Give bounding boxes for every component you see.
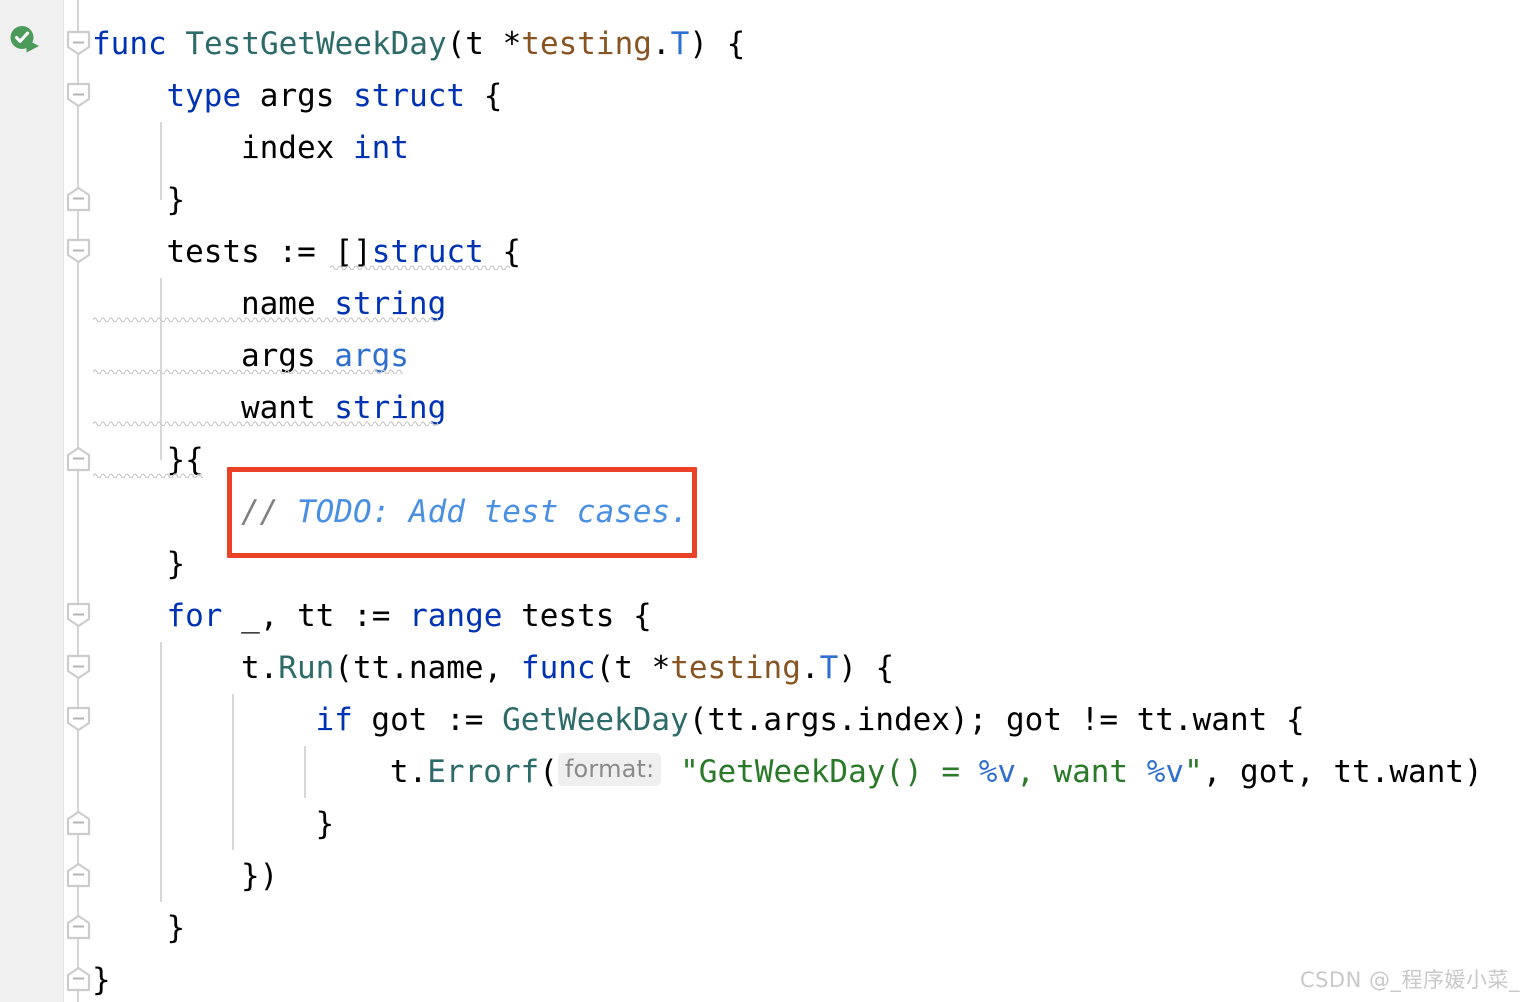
- code-token: .: [800, 650, 820, 686]
- indent-guide-trun-body: [232, 694, 234, 850]
- code-token: T: [670, 26, 690, 62]
- code-token: }: [315, 806, 335, 842]
- code-line-tests-decl[interactable]: tests := []struct {: [166, 226, 521, 278]
- code-token: index: [240, 130, 353, 166]
- code-token: for: [166, 598, 223, 634]
- code-token: //: [240, 494, 297, 530]
- code-line-if-got[interactable]: if got := GetWeekDay(tt.args.index); got…: [315, 694, 1304, 746]
- code-token: int: [352, 130, 409, 166]
- code-token: (t *: [595, 650, 671, 686]
- code-token: testing: [521, 26, 652, 62]
- code-line-index-int[interactable]: index int: [241, 122, 409, 174]
- indent-guide-for-body: [160, 642, 162, 902]
- code-token: , want: [1016, 754, 1147, 790]
- code-line-field-name-string[interactable]: name string: [241, 278, 446, 330]
- code-line-for-range[interactable]: for _, tt := range tests {: [166, 590, 651, 642]
- code-line-close-if[interactable]: }: [315, 798, 334, 850]
- code-token: ": [1184, 754, 1203, 790]
- code-token: struct: [353, 78, 466, 114]
- warning-squiggle-want-string: [93, 420, 438, 426]
- code-token: (tt.name,: [334, 650, 521, 686]
- code-token: func: [92, 26, 167, 62]
- code-token: tests {: [502, 598, 652, 634]
- code-token: (tt.args.index); got != tt.want {: [688, 702, 1305, 738]
- warning-squiggle-args-args: [93, 368, 403, 374]
- code-line-func-decl[interactable]: func TestGetWeekDay(t *testing.T) {: [92, 18, 745, 70]
- warning-squiggle-close-open-brace: [93, 472, 203, 478]
- code-line-close-tests-literal[interactable]: }: [166, 538, 185, 590]
- code-token: .: [651, 26, 671, 62]
- code-token: range: [409, 598, 503, 634]
- code-token: if: [315, 702, 353, 738]
- code-line-close-brace-open-brace[interactable]: }{: [166, 434, 203, 486]
- code-token: (t *: [446, 26, 522, 62]
- code-token: }: [166, 910, 186, 946]
- code-token: testing: [670, 650, 801, 686]
- code-line-close-func[interactable]: }: [92, 954, 111, 1002]
- indent-guide-if-body: [304, 746, 306, 798]
- indent-guide-args-struct: [160, 122, 162, 200]
- code-token: GetWeekDay: [502, 702, 689, 738]
- code-token: }: [166, 182, 186, 218]
- code-token: got :=: [352, 702, 503, 738]
- code-token: T: [819, 650, 839, 686]
- code-token: "GetWeekDay() =: [680, 754, 979, 790]
- code-token: t.: [240, 650, 279, 686]
- code-line-type-args-struct[interactable]: type args struct {: [166, 70, 502, 122]
- code-token: func: [520, 650, 596, 686]
- code-line-todo-comment[interactable]: // TODO: Add test cases.: [241, 486, 689, 538]
- code-token: , got, tt.want): [1202, 754, 1483, 790]
- code-token: args: [241, 78, 354, 114]
- code-token: type: [166, 78, 242, 114]
- code-line-field-want-string[interactable]: want string: [241, 382, 446, 434]
- code-line-t-run[interactable]: t.Run(tt.name, func(t *testing.T) {: [241, 642, 894, 694]
- code-line-close-t-run[interactable]: }): [241, 850, 278, 902]
- code-token: }: [166, 546, 186, 582]
- code-surface[interactable]: func TestGetWeekDay(t *testing.T) {type …: [0, 0, 1538, 1002]
- warning-squiggle-name-string: [93, 316, 438, 322]
- warning-squiggle-tests-decl: [330, 264, 510, 270]
- code-line-close-args-struct[interactable]: }: [166, 174, 185, 226]
- parameter-hint-format: format:: [557, 753, 662, 786]
- code-token: TODO: Add test cases.: [296, 494, 689, 530]
- code-token: Errorf: [427, 754, 540, 790]
- code-line-close-for[interactable]: }: [166, 902, 185, 954]
- code-token: TestGetWeekDay: [185, 26, 447, 62]
- code-token: ) {: [838, 650, 895, 686]
- code-token: ) {: [689, 26, 746, 62]
- code-token: t.: [389, 754, 428, 790]
- code-token: %v: [1146, 754, 1185, 790]
- code-line-t-errorf[interactable]: t.Errorf(format: "GetWeekDay() = %v, wan…: [390, 746, 1483, 798]
- code-line-field-args-args[interactable]: args args: [241, 330, 409, 382]
- code-token: (: [539, 754, 558, 790]
- code-token: {: [465, 78, 503, 114]
- code-token: Run: [278, 650, 335, 686]
- code-token: }: [92, 962, 111, 998]
- code-token: _, tt :=: [222, 598, 410, 634]
- watermark: CSDN @_程序媛小菜_: [1299, 968, 1520, 992]
- code-editor: func TestGetWeekDay(t *testing.T) {type …: [0, 0, 1538, 1002]
- code-token: %v: [978, 754, 1017, 790]
- code-token: }): [240, 858, 279, 894]
